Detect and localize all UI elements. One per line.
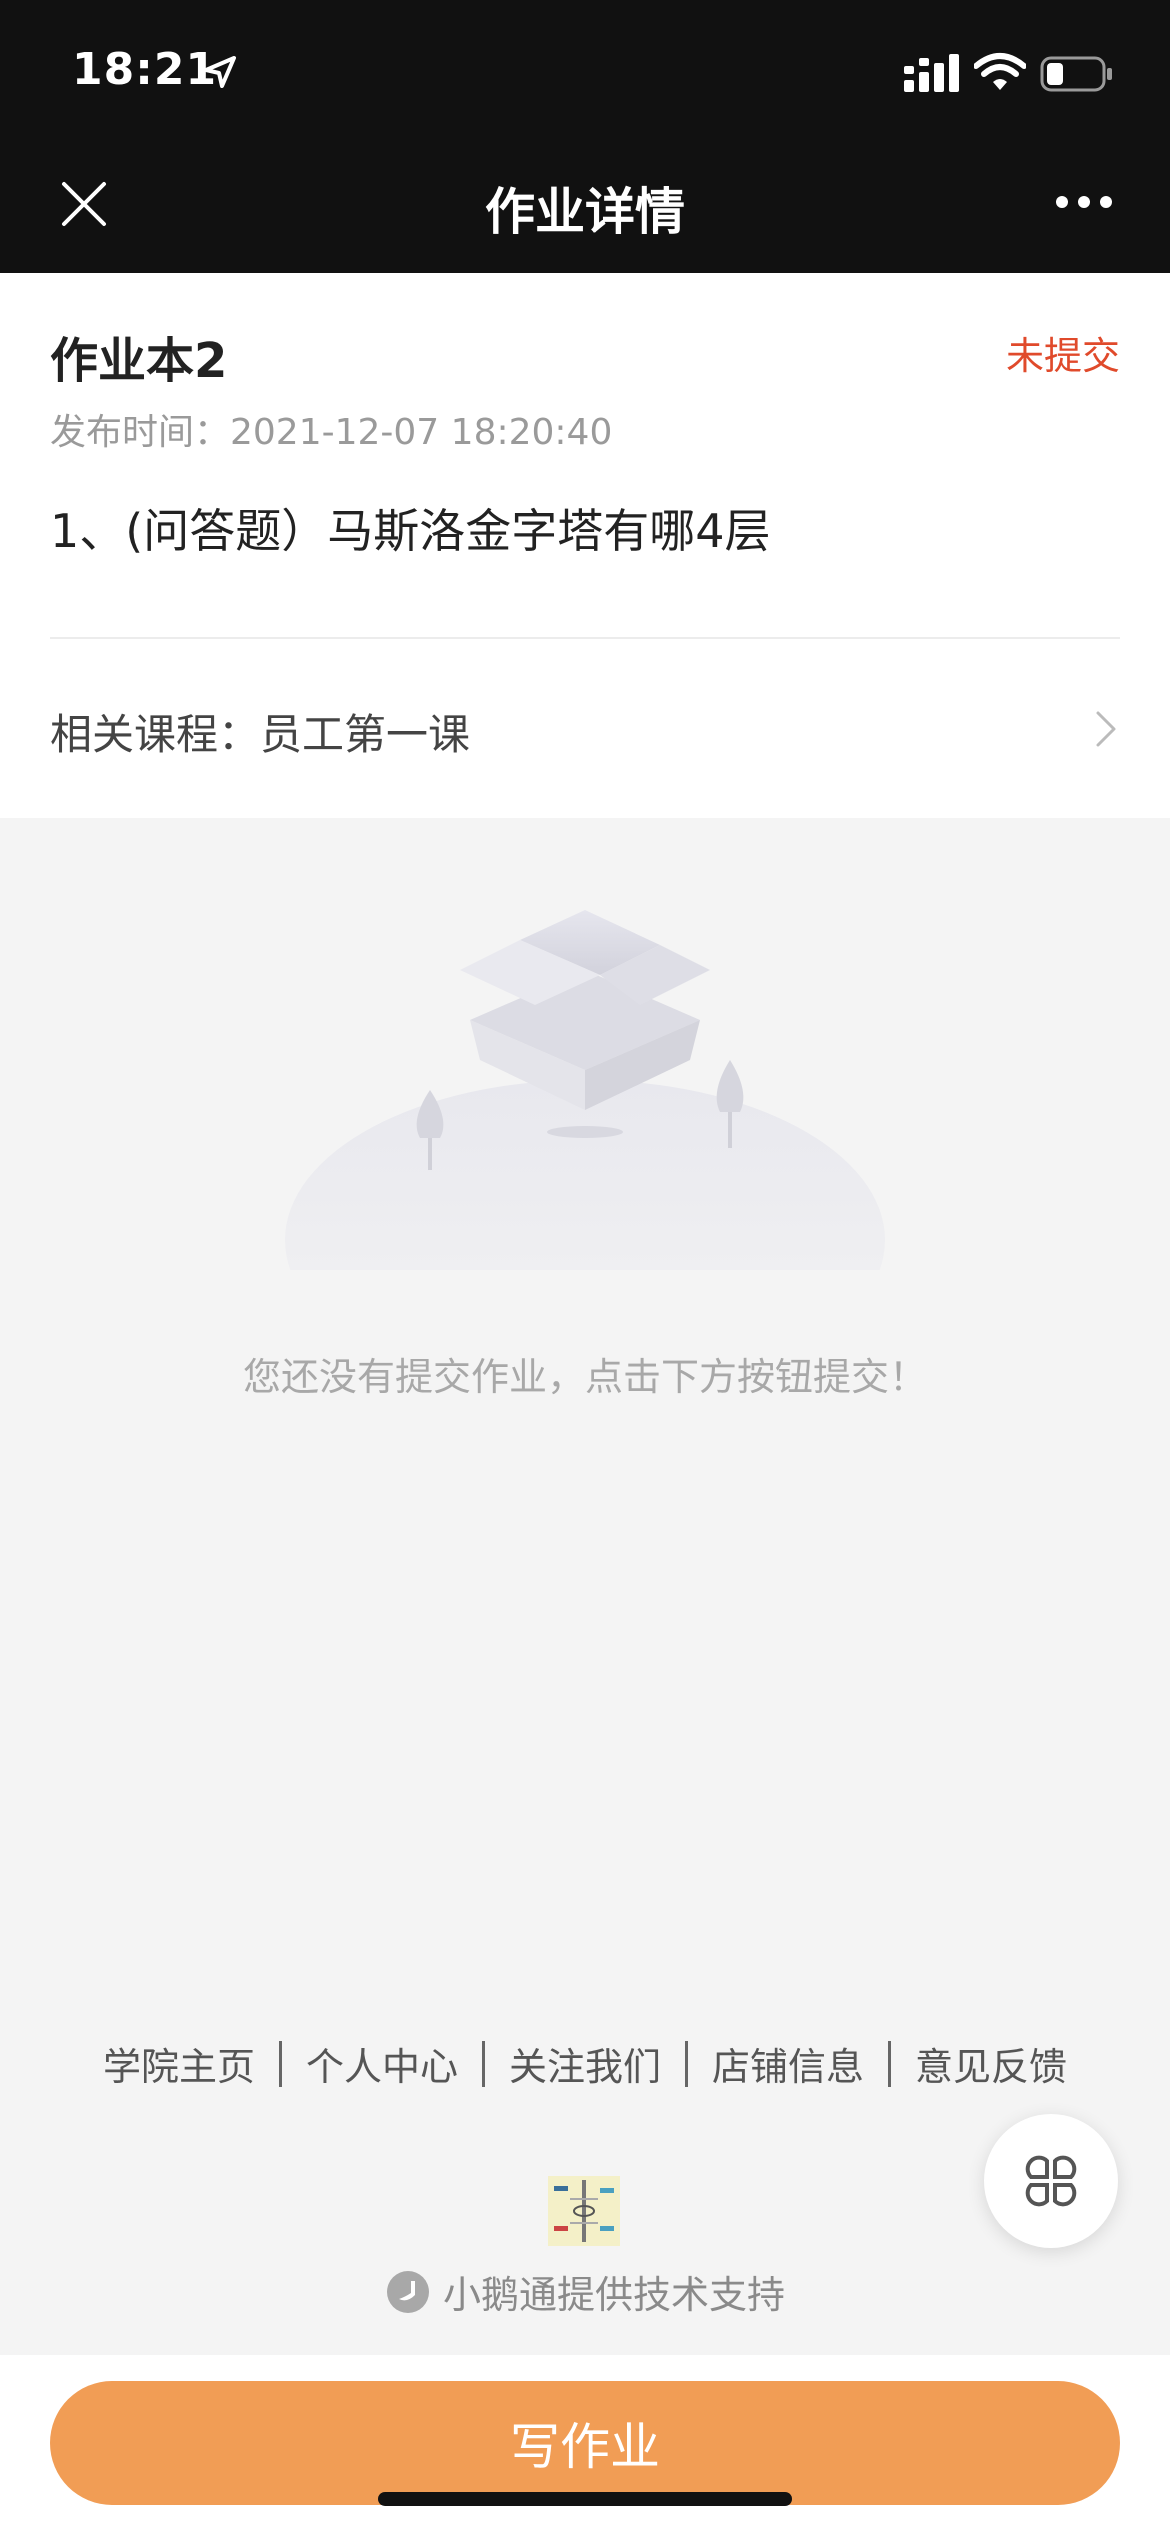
chevron-right-icon bbox=[1096, 711, 1116, 747]
home-indicator bbox=[378, 2492, 792, 2506]
footer-link-personal-center[interactable]: 个人中心 bbox=[282, 2036, 482, 2091]
location-arrow-icon bbox=[204, 56, 236, 88]
footer-link-follow-us[interactable]: 关注我们 bbox=[485, 2036, 685, 2091]
footer-links: 学院主页 个人中心 关注我们 店铺信息 意见反馈 bbox=[0, 2036, 1170, 2091]
battery-icon bbox=[1040, 56, 1112, 92]
floating-menu-button[interactable] bbox=[984, 2114, 1118, 2248]
more-icon[interactable] bbox=[1054, 190, 1114, 214]
footer-link-feedback[interactable]: 意见反馈 bbox=[891, 2036, 1091, 2091]
status-time: 18:21 bbox=[72, 44, 218, 95]
homework-detail-screen: 18:21 作业详情 作业本2 未提交 发布时间：2021-12-07 18:2… bbox=[0, 0, 1170, 2532]
top-bar: 18:21 作业详情 bbox=[0, 0, 1170, 273]
tech-support-row: 小鹅通提供技术支持 bbox=[0, 2264, 1170, 2319]
xiaoe-logo-icon bbox=[386, 2270, 429, 2313]
tech-support-text: 小鹅通提供技术支持 bbox=[442, 2273, 785, 2317]
publish-time: 发布时间：2021-12-07 18:20:40 bbox=[50, 412, 613, 453]
write-homework-button[interactable]: 写作业 bbox=[50, 2381, 1120, 2505]
homework-card: 作业本2 未提交 发布时间：2021-12-07 18:20:40 1、(问答题… bbox=[0, 273, 1170, 818]
related-course-row[interactable]: 相关课程：员工第一课 bbox=[0, 639, 1170, 818]
brand-logo bbox=[548, 2176, 620, 2246]
status-badge: 未提交 bbox=[1005, 334, 1120, 378]
clover-grid-icon bbox=[1025, 2155, 1077, 2207]
footer-link-store-info[interactable]: 店铺信息 bbox=[688, 2036, 888, 2091]
empty-state-message: 您还没有提交作业，点击下方按钮提交！ bbox=[242, 1355, 927, 1399]
page-title: 作业详情 bbox=[485, 183, 685, 241]
homework-title: 作业本2 bbox=[50, 333, 228, 389]
related-course-label: 相关课程：员工第一课 bbox=[50, 710, 471, 759]
footer-link-college-home[interactable]: 学院主页 bbox=[79, 2036, 279, 2091]
homework-question: 1、(问答题）马斯洛金字塔有哪4层 bbox=[50, 504, 771, 558]
empty-box-illustration bbox=[285, 910, 885, 1270]
signal-icon bbox=[904, 54, 959, 92]
wifi-icon bbox=[974, 53, 1026, 90]
